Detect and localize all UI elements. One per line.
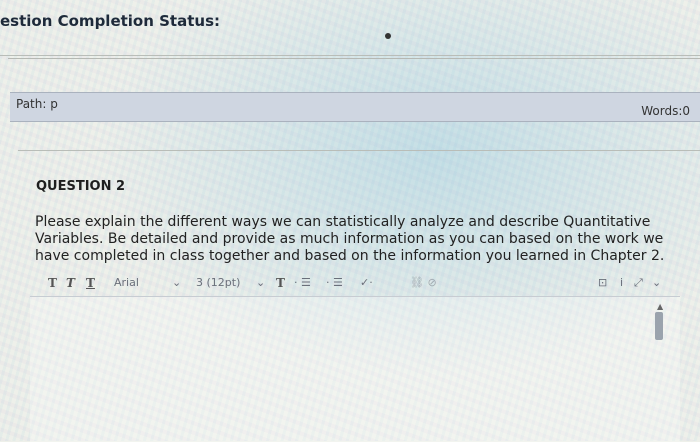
chevron-down-icon: ⌄: [172, 276, 182, 289]
path-bar: Path: p Words:0: [10, 92, 700, 122]
info-icon[interactable]: i: [620, 276, 623, 289]
answer-text-area[interactable]: [8, 58, 700, 93]
question-text: Please explain the different ways we can…: [35, 214, 665, 264]
font-size-select[interactable]: 3 (12pt): [196, 276, 240, 289]
divider: [18, 150, 700, 151]
expand-icon[interactable]: ⤢: [634, 276, 643, 290]
underline-button[interactable]: T: [86, 276, 95, 290]
word-count: Words:0: [641, 104, 690, 118]
path-label: Path: p: [16, 97, 58, 111]
collapse-chevron-icon[interactable]: ⌄: [652, 276, 661, 289]
completion-status-heading: estion Completion Status:: [0, 12, 221, 30]
editor-toolbar: T T T Arial ⌄ 3 (12pt) ⌄ T · ☰ · ☰ ✓· ⛓ …: [30, 272, 680, 294]
chevron-down-icon: ⌄: [256, 276, 266, 289]
spellcheck-icon[interactable]: ✓·: [360, 276, 373, 289]
bold-button[interactable]: T: [48, 276, 57, 290]
question-title: QUESTION 2: [36, 179, 126, 194]
cursor-dot: [385, 33, 391, 39]
font-family-select[interactable]: Arial: [114, 276, 139, 289]
answer-editor[interactable]: [30, 296, 680, 442]
scrollbar-thumb[interactable]: [655, 312, 663, 340]
text-color-icon[interactable]: T: [276, 276, 285, 290]
divider: [0, 55, 700, 56]
scroll-up-icon[interactable]: ▲: [657, 302, 663, 311]
preview-icon[interactable]: ⊡: [598, 276, 607, 289]
italic-button[interactable]: T: [66, 276, 75, 290]
list-numbered-icon[interactable]: · ☰: [326, 276, 343, 289]
list-bullets-icon[interactable]: · ☰: [294, 276, 311, 289]
link-icon[interactable]: ⛓ ⊘: [410, 276, 437, 289]
